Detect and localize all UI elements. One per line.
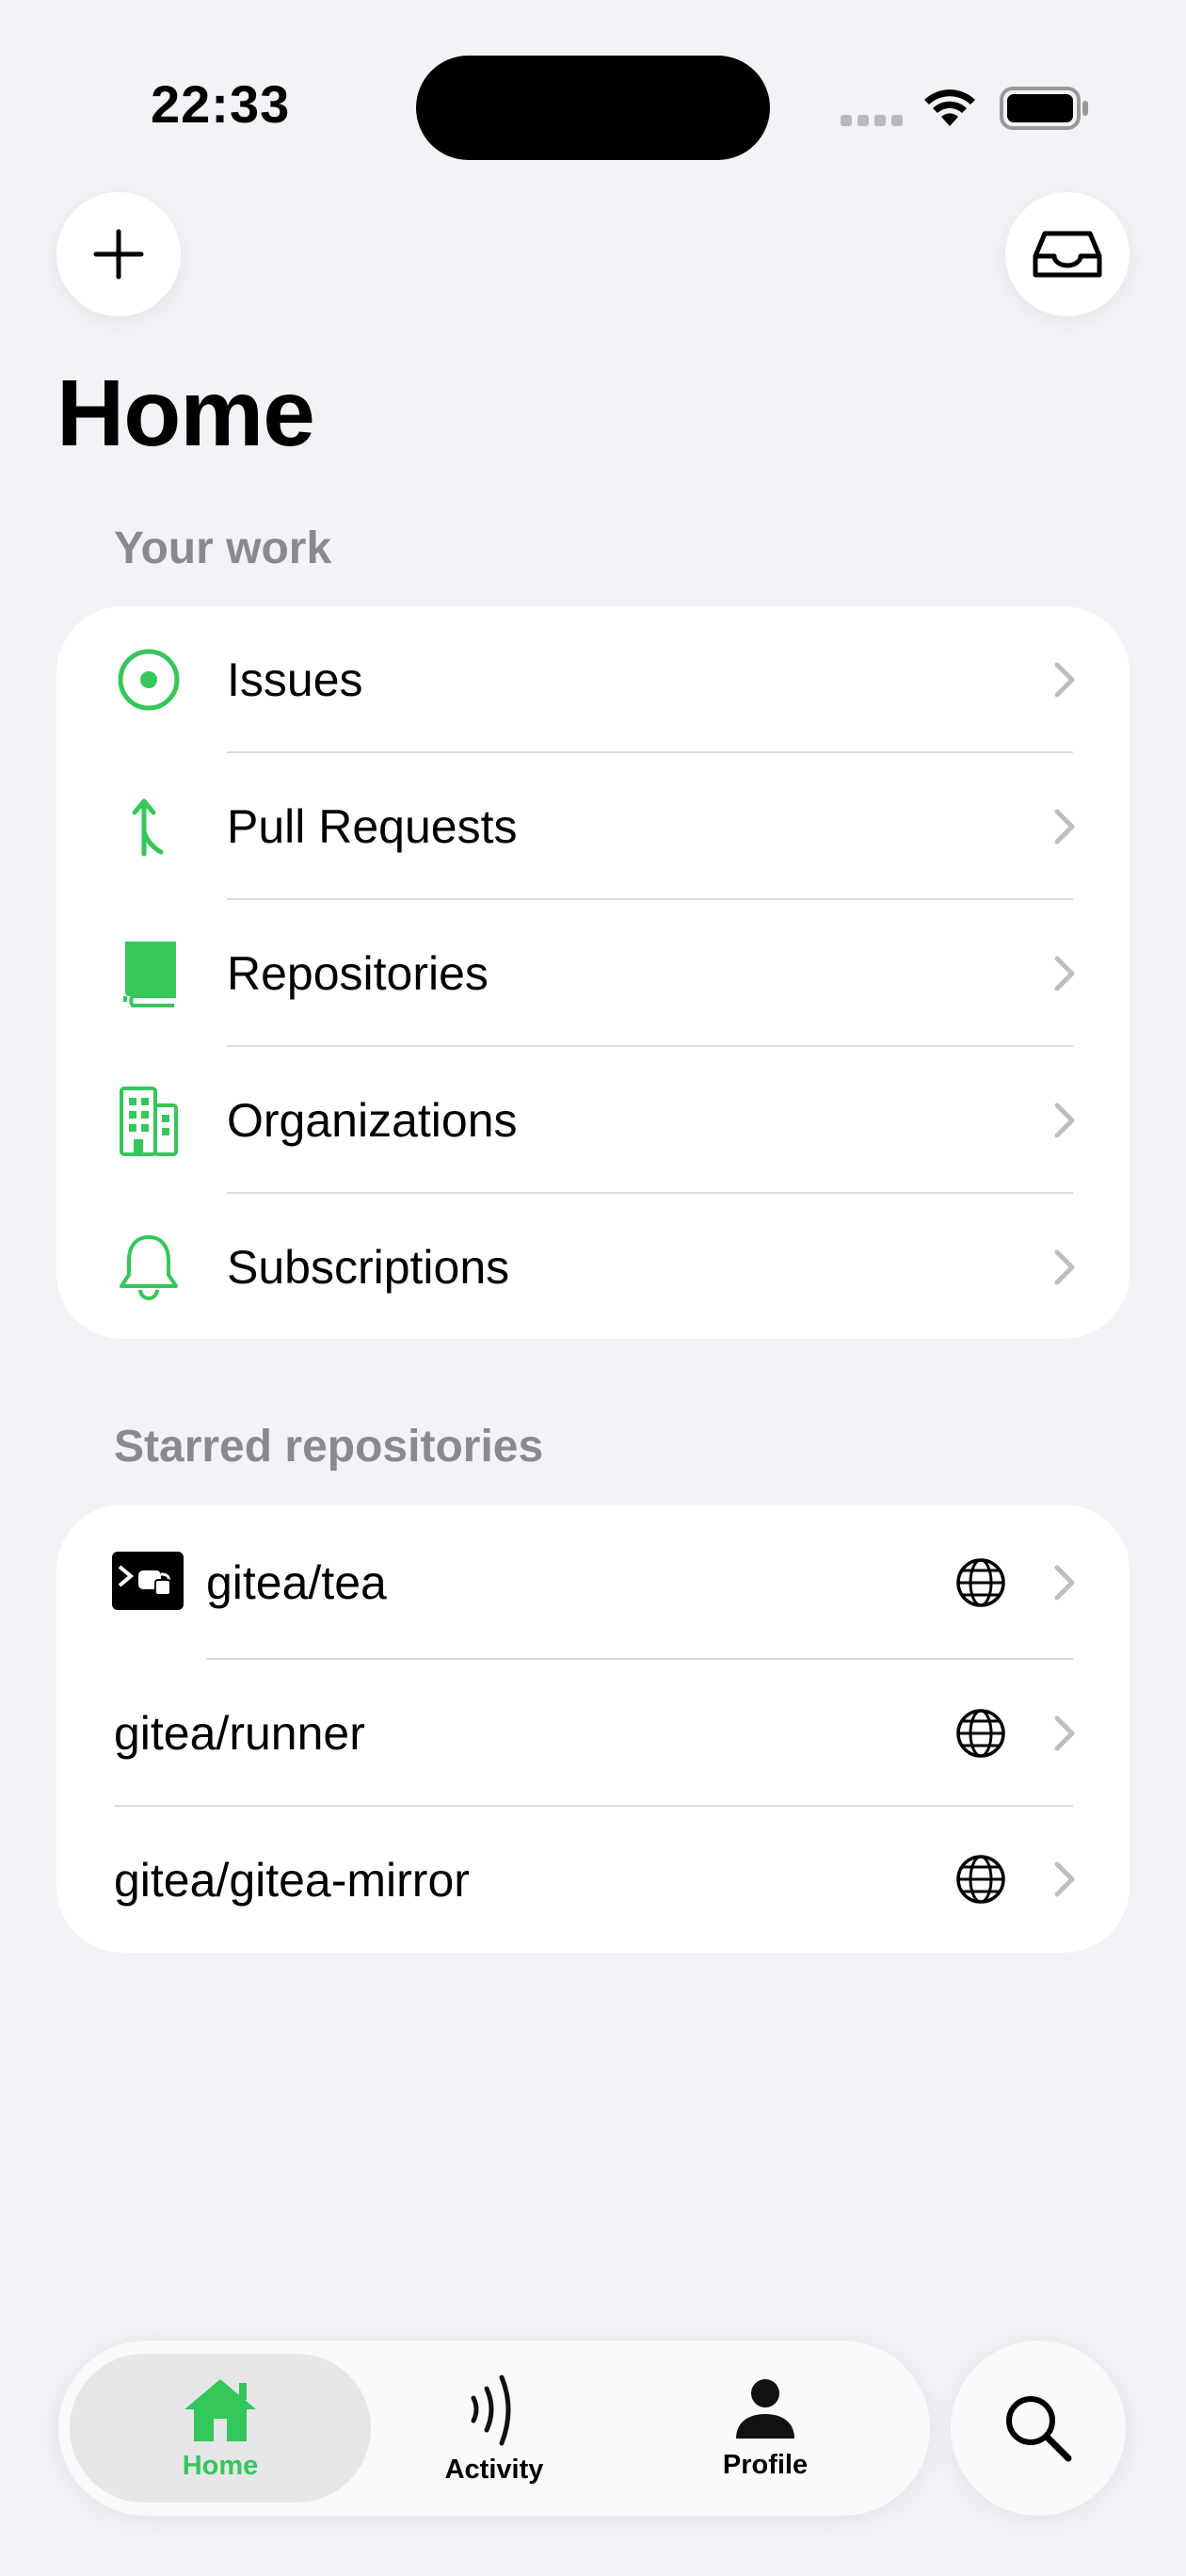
starred-repo-row[interactable]: gitea/runner [56, 1660, 1130, 1807]
battery-icon [1000, 87, 1088, 130]
book-icon [111, 900, 186, 1047]
person-icon [736, 2378, 794, 2439]
plus-icon [93, 229, 144, 280]
repo-avatar [112, 1552, 184, 1610]
menu-item-label: Issues [227, 653, 363, 706]
starred-repo-row[interactable]: gitea/tea [56, 1505, 1130, 1660]
issue-circle-icon [111, 606, 186, 753]
starred-card: gitea/tea gitea/runner gitea/gitea-mirro… [56, 1505, 1130, 1953]
tab-activity[interactable]: Activity [353, 2341, 635, 2516]
menu-item-label: Repositories [227, 947, 489, 1000]
menu-item-pull-requests[interactable]: Pull Requests [56, 753, 1130, 900]
tab-label: Profile [722, 2449, 809, 2480]
chevron-right-icon [1054, 1861, 1075, 1897]
inbox-button[interactable] [1005, 192, 1130, 316]
building-icon [111, 1047, 186, 1194]
tab-label: Activity [444, 2454, 544, 2485]
chevron-right-icon [1054, 956, 1075, 991]
globe-icon [956, 1855, 1005, 1904]
chevron-right-icon [1054, 1249, 1075, 1285]
tab-home[interactable]: Home [79, 2341, 361, 2516]
chevron-right-icon [1054, 1715, 1075, 1751]
menu-item-label: Organizations [227, 1094, 518, 1147]
chevron-right-icon [1054, 1103, 1075, 1138]
tab-bar: Home Activity Profile [58, 2341, 930, 2516]
search-icon [1006, 2396, 1072, 2462]
cellular-signal-icon [841, 115, 903, 126]
chevron-right-icon [1054, 1565, 1075, 1601]
menu-item-label: Subscriptions [227, 1241, 510, 1294]
wifi-icon [924, 89, 975, 126]
dynamic-island [416, 56, 770, 160]
repo-name: gitea/tea [206, 1555, 387, 1609]
activity-waves-icon [471, 2375, 511, 2445]
tab-profile[interactable]: Profile [624, 2341, 906, 2516]
menu-item-subscriptions[interactable]: Subscriptions [56, 1194, 1130, 1339]
search-button[interactable] [951, 2341, 1126, 2516]
home-screen: 22:33 Home Your work Issues Pull Request… [0, 0, 1186, 2576]
globe-icon [956, 1709, 1005, 1758]
chevron-right-icon [1054, 809, 1075, 845]
menu-item-issues[interactable]: Issues [56, 606, 1130, 753]
chevron-right-icon [1054, 662, 1075, 698]
menu-item-organizations[interactable]: Organizations [56, 1047, 1130, 1194]
your-work-header: Your work [114, 523, 332, 573]
tab-label: Home [182, 2450, 259, 2481]
page-title: Home [56, 361, 315, 466]
repo-name: gitea/runner [114, 1707, 365, 1760]
add-button[interactable] [56, 192, 181, 316]
bell-icon [111, 1194, 186, 1339]
globe-icon [956, 1558, 1005, 1607]
status-time: 22:33 [151, 74, 291, 134]
your-work-card: Issues Pull Requests Repositories Organi… [56, 606, 1130, 1339]
menu-item-label: Pull Requests [227, 800, 518, 853]
house-icon [184, 2378, 256, 2441]
repo-name: gitea/gitea-mirror [114, 1853, 470, 1907]
menu-item-repositories[interactable]: Repositories [56, 900, 1130, 1047]
inbox-tray-icon [1033, 231, 1102, 278]
starred-repo-row[interactable]: gitea/gitea-mirror [56, 1807, 1130, 1953]
starred-header: Starred repositories [114, 1422, 544, 1472]
pull-request-icon [111, 753, 186, 900]
